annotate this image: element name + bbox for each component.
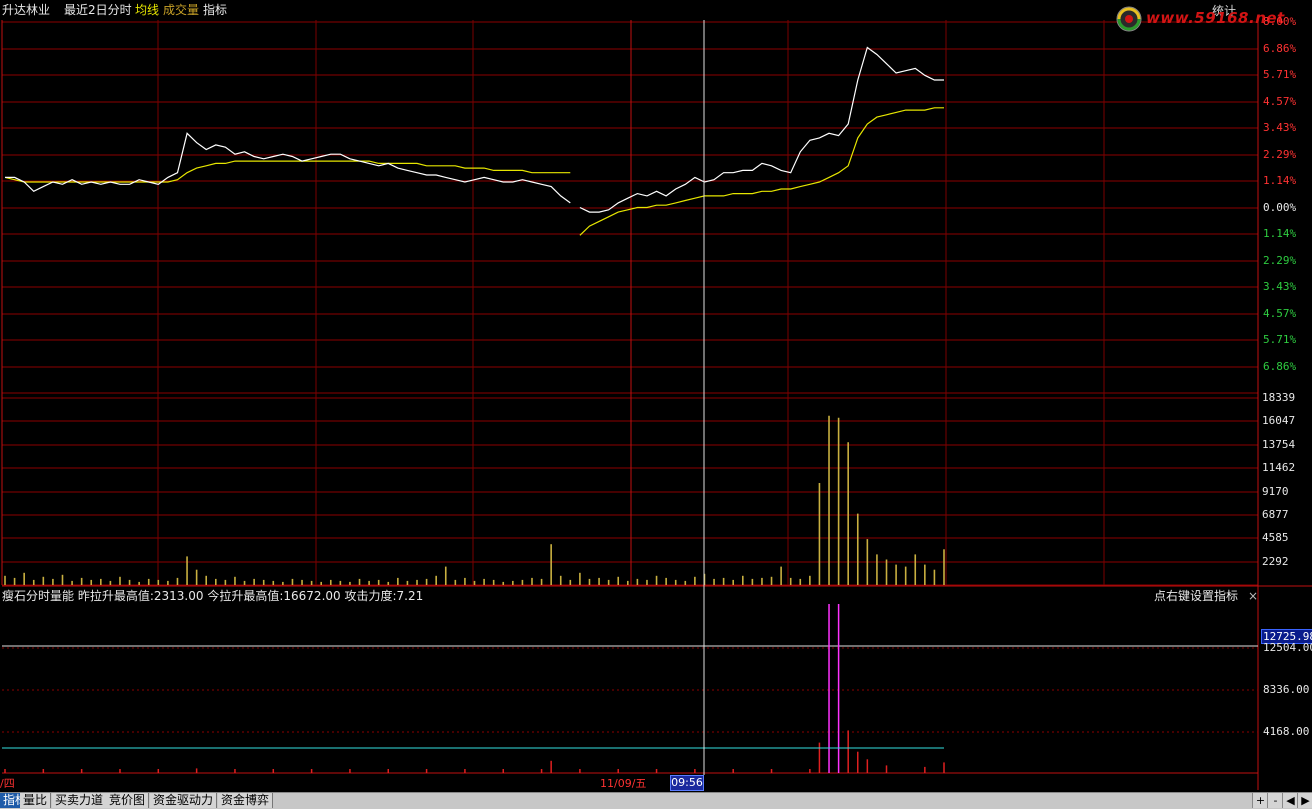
- price-tick-up: 5.71%: [1263, 68, 1297, 81]
- indicator-hint[interactable]: 点右键设置指标: [1154, 587, 1238, 605]
- price-tick-down: 1.14%: [1263, 227, 1297, 240]
- indicator-title: 瘦石分时量能: [2, 589, 75, 603]
- indicator-summary: 瘦石分时量能 昨拉升最高值:2313.00 今拉升最高值:16672.00 攻击…: [2, 587, 423, 605]
- yesterday-value: 2313.00: [153, 589, 204, 603]
- price-tick-down: 3.43%: [1263, 280, 1297, 293]
- period-label[interactable]: 最近2日分时: [64, 0, 132, 20]
- indicator-tab-bar: 指标 量比 买卖力道 竞价图 资金驱动力 资金博弈 + - ◀ ▶: [0, 792, 1312, 809]
- indicator-header: 瘦石分时量能 昨拉升最高值:2313.00 今拉升最高值:16672.00 攻击…: [0, 587, 1312, 605]
- price-tick-down: 6.86%: [1263, 360, 1297, 373]
- tab-2[interactable]: 买卖力道: [52, 793, 108, 808]
- today-value: 16672.00: [283, 589, 341, 603]
- volume-tick: 6877: [1262, 508, 1289, 521]
- remove-icon[interactable]: -: [1267, 793, 1283, 808]
- volume-tick: 9170: [1262, 485, 1289, 498]
- volume-tick: 18339: [1262, 391, 1296, 404]
- price-tick-up: 1.14%: [1263, 174, 1297, 187]
- price-tick-up: 6.86%: [1263, 42, 1297, 55]
- price-tick-down: 2.29%: [1263, 254, 1297, 267]
- indicator-level-1: 12504.00: [1263, 641, 1312, 654]
- volume-tick: 16047: [1262, 414, 1296, 427]
- scroll-left-icon[interactable]: ◀: [1282, 793, 1298, 808]
- tab-3[interactable]: 竞价图: [106, 793, 150, 808]
- scroll-right-icon[interactable]: ▶: [1297, 793, 1312, 808]
- day1-date-label: /四: [0, 777, 15, 790]
- watermark-logo-icon: [1116, 6, 1142, 32]
- cursor-time-label: 09:56: [670, 775, 704, 791]
- today-label: 今拉升最高值:: [207, 589, 284, 603]
- avg-line-day2: [579, 107, 944, 236]
- indicator-level-2: 8336.00: [1263, 683, 1310, 696]
- volume-label: 成交量: [163, 3, 200, 17]
- attack-value: 7.21: [396, 589, 424, 603]
- yesterday-label: 昨拉升最高值:: [77, 589, 154, 603]
- price-line-day2: [579, 46, 944, 213]
- volume-tick: 13754: [1262, 438, 1296, 451]
- tab-4[interactable]: 资金驱动力: [150, 793, 218, 808]
- volume-tick: 2292: [1262, 555, 1289, 568]
- attack-label: 攻击力度:: [344, 589, 397, 603]
- chart-canvas[interactable]: [0, 0, 1312, 808]
- tab-5[interactable]: 资金博弈: [218, 793, 274, 808]
- indicator-level-3: 4168.00: [1263, 725, 1310, 738]
- price-tick-zero: 0.00%: [1263, 201, 1297, 214]
- price-tick-up: 4.57%: [1263, 95, 1297, 108]
- price-tick-down: 5.71%: [1263, 333, 1297, 346]
- stock-name[interactable]: 升达林业: [2, 0, 50, 20]
- tab-1[interactable]: 量比: [20, 793, 52, 808]
- volume-tick: 11462: [1262, 461, 1296, 474]
- price-tick-down: 4.57%: [1263, 307, 1297, 320]
- add-icon[interactable]: +: [1252, 793, 1268, 808]
- indicator-label[interactable]: 指标: [203, 0, 227, 20]
- price-tick-up: 8.00%: [1263, 15, 1297, 28]
- avg-line-day1: [4, 160, 571, 183]
- day2-date-label: 11/09/五: [600, 777, 647, 790]
- price-tick-up: 3.43%: [1263, 121, 1297, 134]
- volume-tick: 4585: [1262, 531, 1289, 544]
- price-tick-up: 2.29%: [1263, 148, 1297, 161]
- avg-line-label: 均线: [135, 3, 160, 17]
- close-icon[interactable]: ×: [1248, 587, 1258, 605]
